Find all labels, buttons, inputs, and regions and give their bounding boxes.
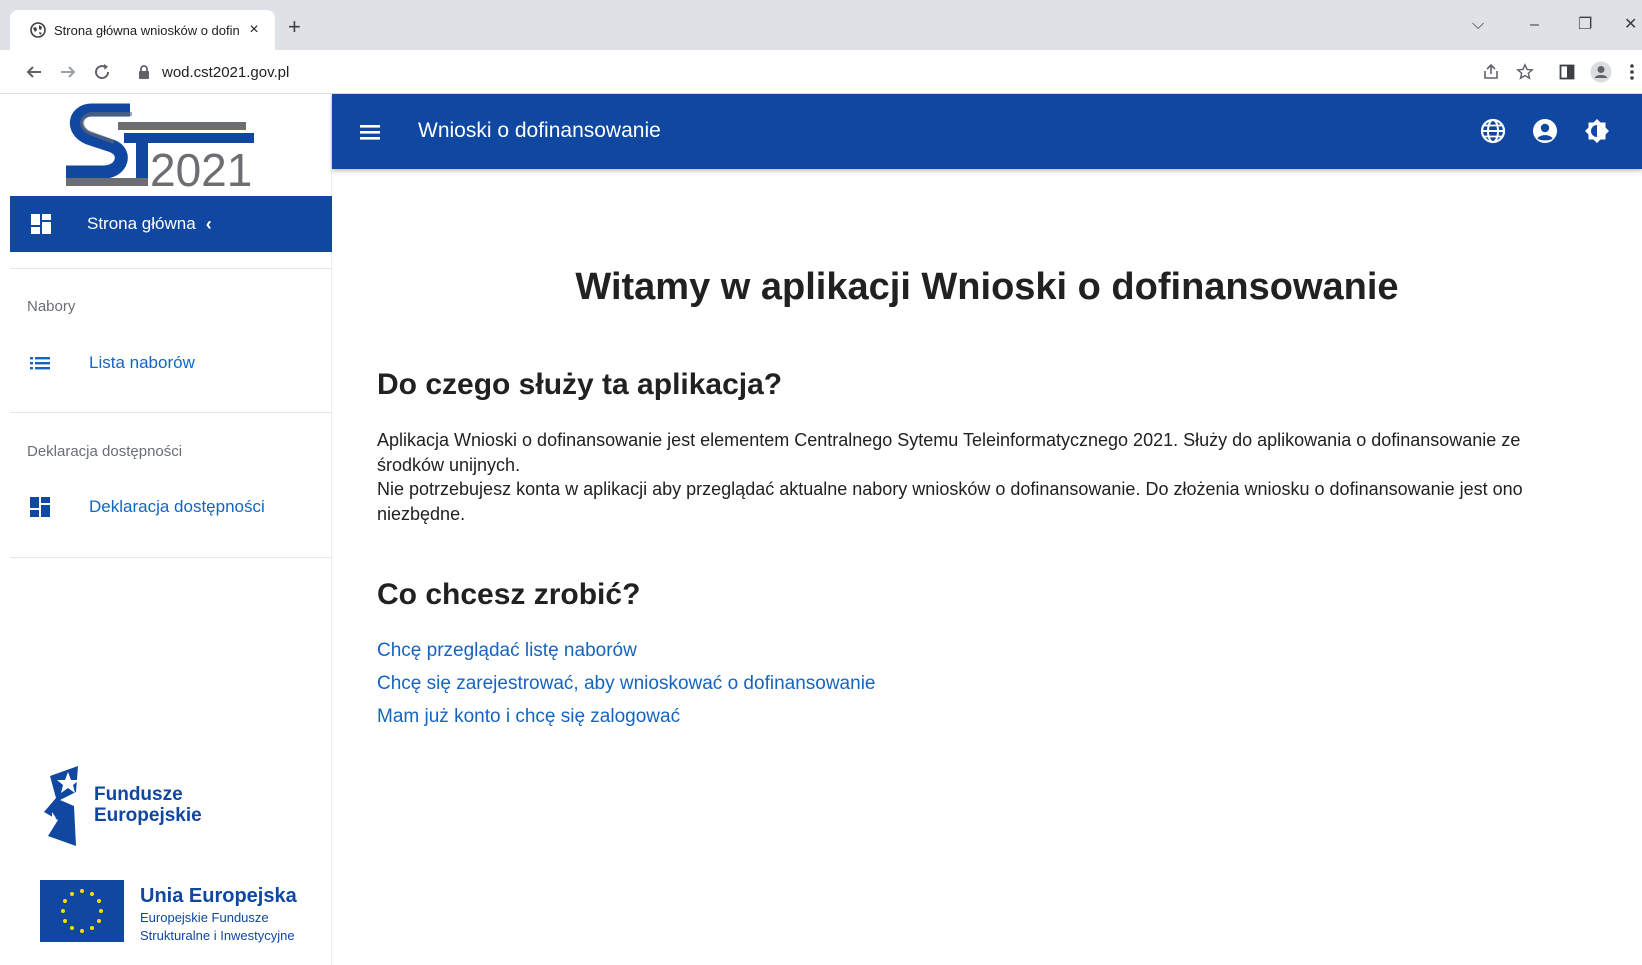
actions-heading: Co chcesz zrobić? (377, 578, 641, 611)
sidebar: 2021 Strona główna ‹ Nabory Lista naboró… (10, 94, 332, 965)
about-paragraph-1: Aplikacja Wnioski o dofinansowanie jest … (377, 430, 1521, 475)
profile-avatar-icon[interactable] (1590, 61, 1612, 83)
back-button[interactable] (22, 60, 46, 84)
sidebar-divider (10, 412, 332, 413)
unia-europejska-logo: Unia Europejska Europejskie Fundusze Str… (38, 878, 328, 948)
register-link[interactable]: Chcę się zarejestrować, aby wnioskować o… (377, 673, 875, 695)
list-icon (29, 352, 51, 374)
dashboard-icon (29, 496, 51, 518)
sidebar-item-home[interactable]: Strona główna ‹ (10, 196, 332, 252)
about-paragraph-2: Nie potrzebujesz konta w aplikacji aby p… (377, 479, 1523, 524)
sidebar-item-home-label: Strona główna (87, 214, 196, 233)
bookmark-star-icon[interactable] (1514, 61, 1536, 83)
tab-title: Strona główna wniosków o dofin (54, 22, 240, 38)
section-title-deklaracja: Deklaracja dostępności (27, 443, 183, 460)
forward-button[interactable] (56, 60, 80, 84)
chevron-left-icon[interactable]: ‹ (206, 214, 212, 235)
sidebar-divider (10, 557, 332, 558)
account-circle-icon[interactable] (1532, 118, 1558, 144)
app-header: Wnioski o dofinansowanie (332, 94, 1642, 169)
restore-window-button[interactable]: ❐ (1578, 17, 1592, 33)
url-text: wod.cst2021.gov.pl (162, 63, 290, 81)
sidebar-item-deklaracja-label: Deklaracja dostępności (89, 497, 265, 516)
sidebar-item-lista-naborow-label: Lista naborów (89, 353, 195, 372)
contrast-brightness-icon[interactable] (1584, 118, 1610, 144)
browser-tab[interactable]: Strona główna wniosków o dofin × (10, 10, 275, 50)
sidebar-divider (10, 268, 332, 269)
logo-year-text: 2021 (150, 144, 252, 192)
minimize-window-button[interactable]: – (1530, 17, 1539, 33)
tab-search-dropdown-icon[interactable]: ⌵ (1472, 17, 1484, 33)
arrow-right-icon (61, 66, 76, 78)
page-title: Witamy w aplikacji Wnioski o dofinansowa… (575, 266, 1399, 308)
dashboard-icon (30, 213, 52, 235)
address-bar[interactable]: wod.cst2021.gov.pl (128, 56, 1468, 88)
cst2021-logo[interactable]: 2021 (60, 100, 270, 196)
browser-menu-icon[interactable] (1626, 61, 1638, 83)
hamburger-menu-icon[interactable] (358, 120, 382, 144)
reload-icon (95, 64, 110, 80)
tab-close-icon[interactable]: × (243, 21, 265, 39)
ue-logo-line1: Europejskie Fundusze (140, 910, 269, 925)
browse-calls-link[interactable]: Chcę przeglądać listę naborów (377, 640, 637, 662)
about-heading: Do czego służy ta aplikacja? (377, 368, 783, 401)
browser-tab-strip: Strona główna wniosków o dofin × + ⌵ – ❐… (0, 0, 1642, 50)
fe-logo-line1: Fundusze (94, 784, 183, 805)
arrow-left-icon (26, 66, 41, 78)
login-link[interactable]: Mam już konto i chcę się zalogować (377, 706, 680, 728)
close-window-button[interactable]: ✕ (1624, 17, 1637, 33)
lock-icon (138, 65, 152, 79)
ue-logo-title: Unia Europejska (140, 885, 298, 907)
browser-toolbar: wod.cst2021.gov.pl (0, 50, 1642, 94)
sidebar-item-lista-naborow[interactable]: Lista naborów (10, 343, 332, 383)
language-globe-icon[interactable] (1480, 118, 1506, 144)
fundusze-europejskie-logo: Fundusze Europejskie (38, 762, 258, 848)
new-tab-button[interactable]: + (288, 16, 301, 38)
sidebar-item-deklaracja-dostepnosci[interactable]: Deklaracja dostępności (10, 487, 332, 527)
side-panel-icon[interactable] (1556, 61, 1578, 83)
fe-logo-line2: Europejskie (94, 805, 202, 826)
share-icon[interactable] (1480, 61, 1502, 83)
section-title-nabory: Nabory (27, 298, 76, 315)
globe-favicon-icon (30, 22, 46, 38)
reload-button[interactable] (90, 60, 114, 84)
ue-logo-line2: Strukturalne i Inwestycyjne (140, 928, 295, 943)
app-title: Wnioski o dofinansowanie (418, 119, 661, 142)
